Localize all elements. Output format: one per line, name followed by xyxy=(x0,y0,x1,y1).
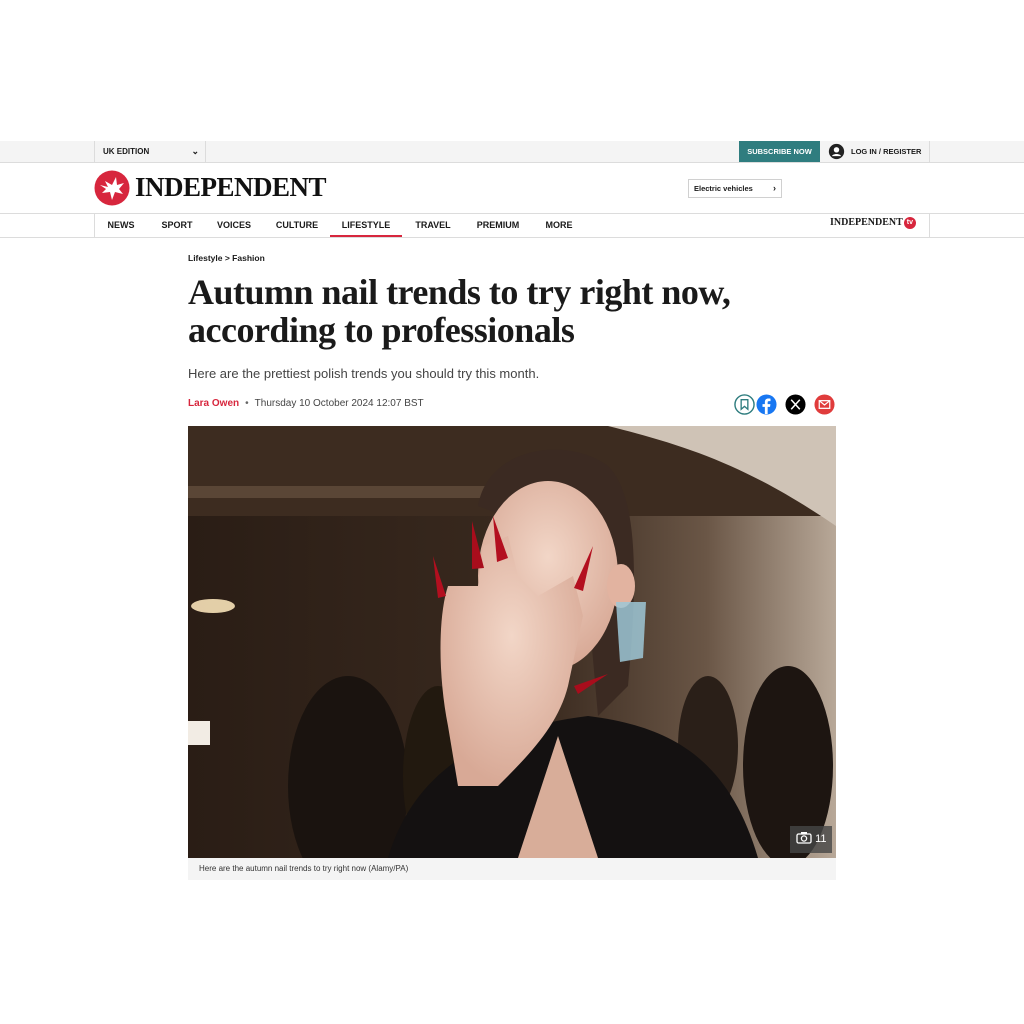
nav-item-lifestyle[interactable]: LIFESTYLE xyxy=(330,214,402,237)
byline-separator: • xyxy=(245,398,249,409)
login-label: LOG IN / REGISTER xyxy=(851,147,922,156)
nav-item-news[interactable]: NEWS xyxy=(100,214,142,237)
eagle-logo-icon[interactable] xyxy=(94,170,130,206)
breadcrumb[interactable]: Lifestyle > Fashion xyxy=(188,253,265,263)
independent-tv-link[interactable]: INDEPENDENT tv xyxy=(830,217,917,229)
chevron-right-icon: › xyxy=(773,183,776,193)
gallery-count: 11 xyxy=(815,833,827,845)
gallery-button[interactable]: 11 xyxy=(790,826,832,853)
nav-item-more[interactable]: MORE xyxy=(538,214,580,237)
article-headline: Autumn nail trends to try right now, acc… xyxy=(188,272,731,350)
trending-topic-label: Electric vehicles xyxy=(694,184,753,193)
facebook-icon[interactable] xyxy=(756,394,777,415)
user-account-icon xyxy=(828,143,845,160)
x-icon[interactable] xyxy=(785,394,806,415)
nav-item-premium[interactable]: PREMIUM xyxy=(468,214,528,237)
subscribe-button[interactable]: SUBSCRIBE NOW xyxy=(739,141,820,162)
author-link[interactable]: Lara Owen xyxy=(188,398,239,409)
trending-topic-link[interactable]: Electric vehicles › xyxy=(688,179,782,198)
email-icon[interactable] xyxy=(814,394,835,415)
edition-selector[interactable]: UK EDITION ⌄ xyxy=(94,141,206,162)
publish-date: Thursday 10 October 2024 12:07 BST xyxy=(254,398,424,409)
bookmark-icon[interactable] xyxy=(734,394,755,415)
independent-tv-wordmark: INDEPENDENT xyxy=(830,217,903,228)
chevron-down-icon: ⌄ xyxy=(191,146,199,156)
nav-item-sport[interactable]: SPORT xyxy=(154,214,200,237)
tv-badge: tv xyxy=(903,217,917,229)
brand-wordmark[interactable]: INDEPENDENT xyxy=(135,172,327,203)
byline: Lara Owen • Thursday 10 October 2024 12:07… xyxy=(188,398,424,409)
hero-image[interactable] xyxy=(188,426,836,858)
article-standfirst: Here are the prettiest polish trends you… xyxy=(188,366,540,381)
image-caption: Here are the autumn nail trends to try r… xyxy=(188,858,836,880)
nav-item-travel[interactable]: TRAVEL xyxy=(408,214,458,237)
camera-icon xyxy=(796,832,815,845)
nav-item-voices[interactable]: VOICES xyxy=(210,214,258,237)
edition-label: UK EDITION xyxy=(103,147,150,156)
login-register-link[interactable]: LOG IN / REGISTER xyxy=(826,141,930,162)
nav-item-culture[interactable]: CULTURE xyxy=(268,214,326,237)
hero-photo-illustration xyxy=(188,426,836,858)
